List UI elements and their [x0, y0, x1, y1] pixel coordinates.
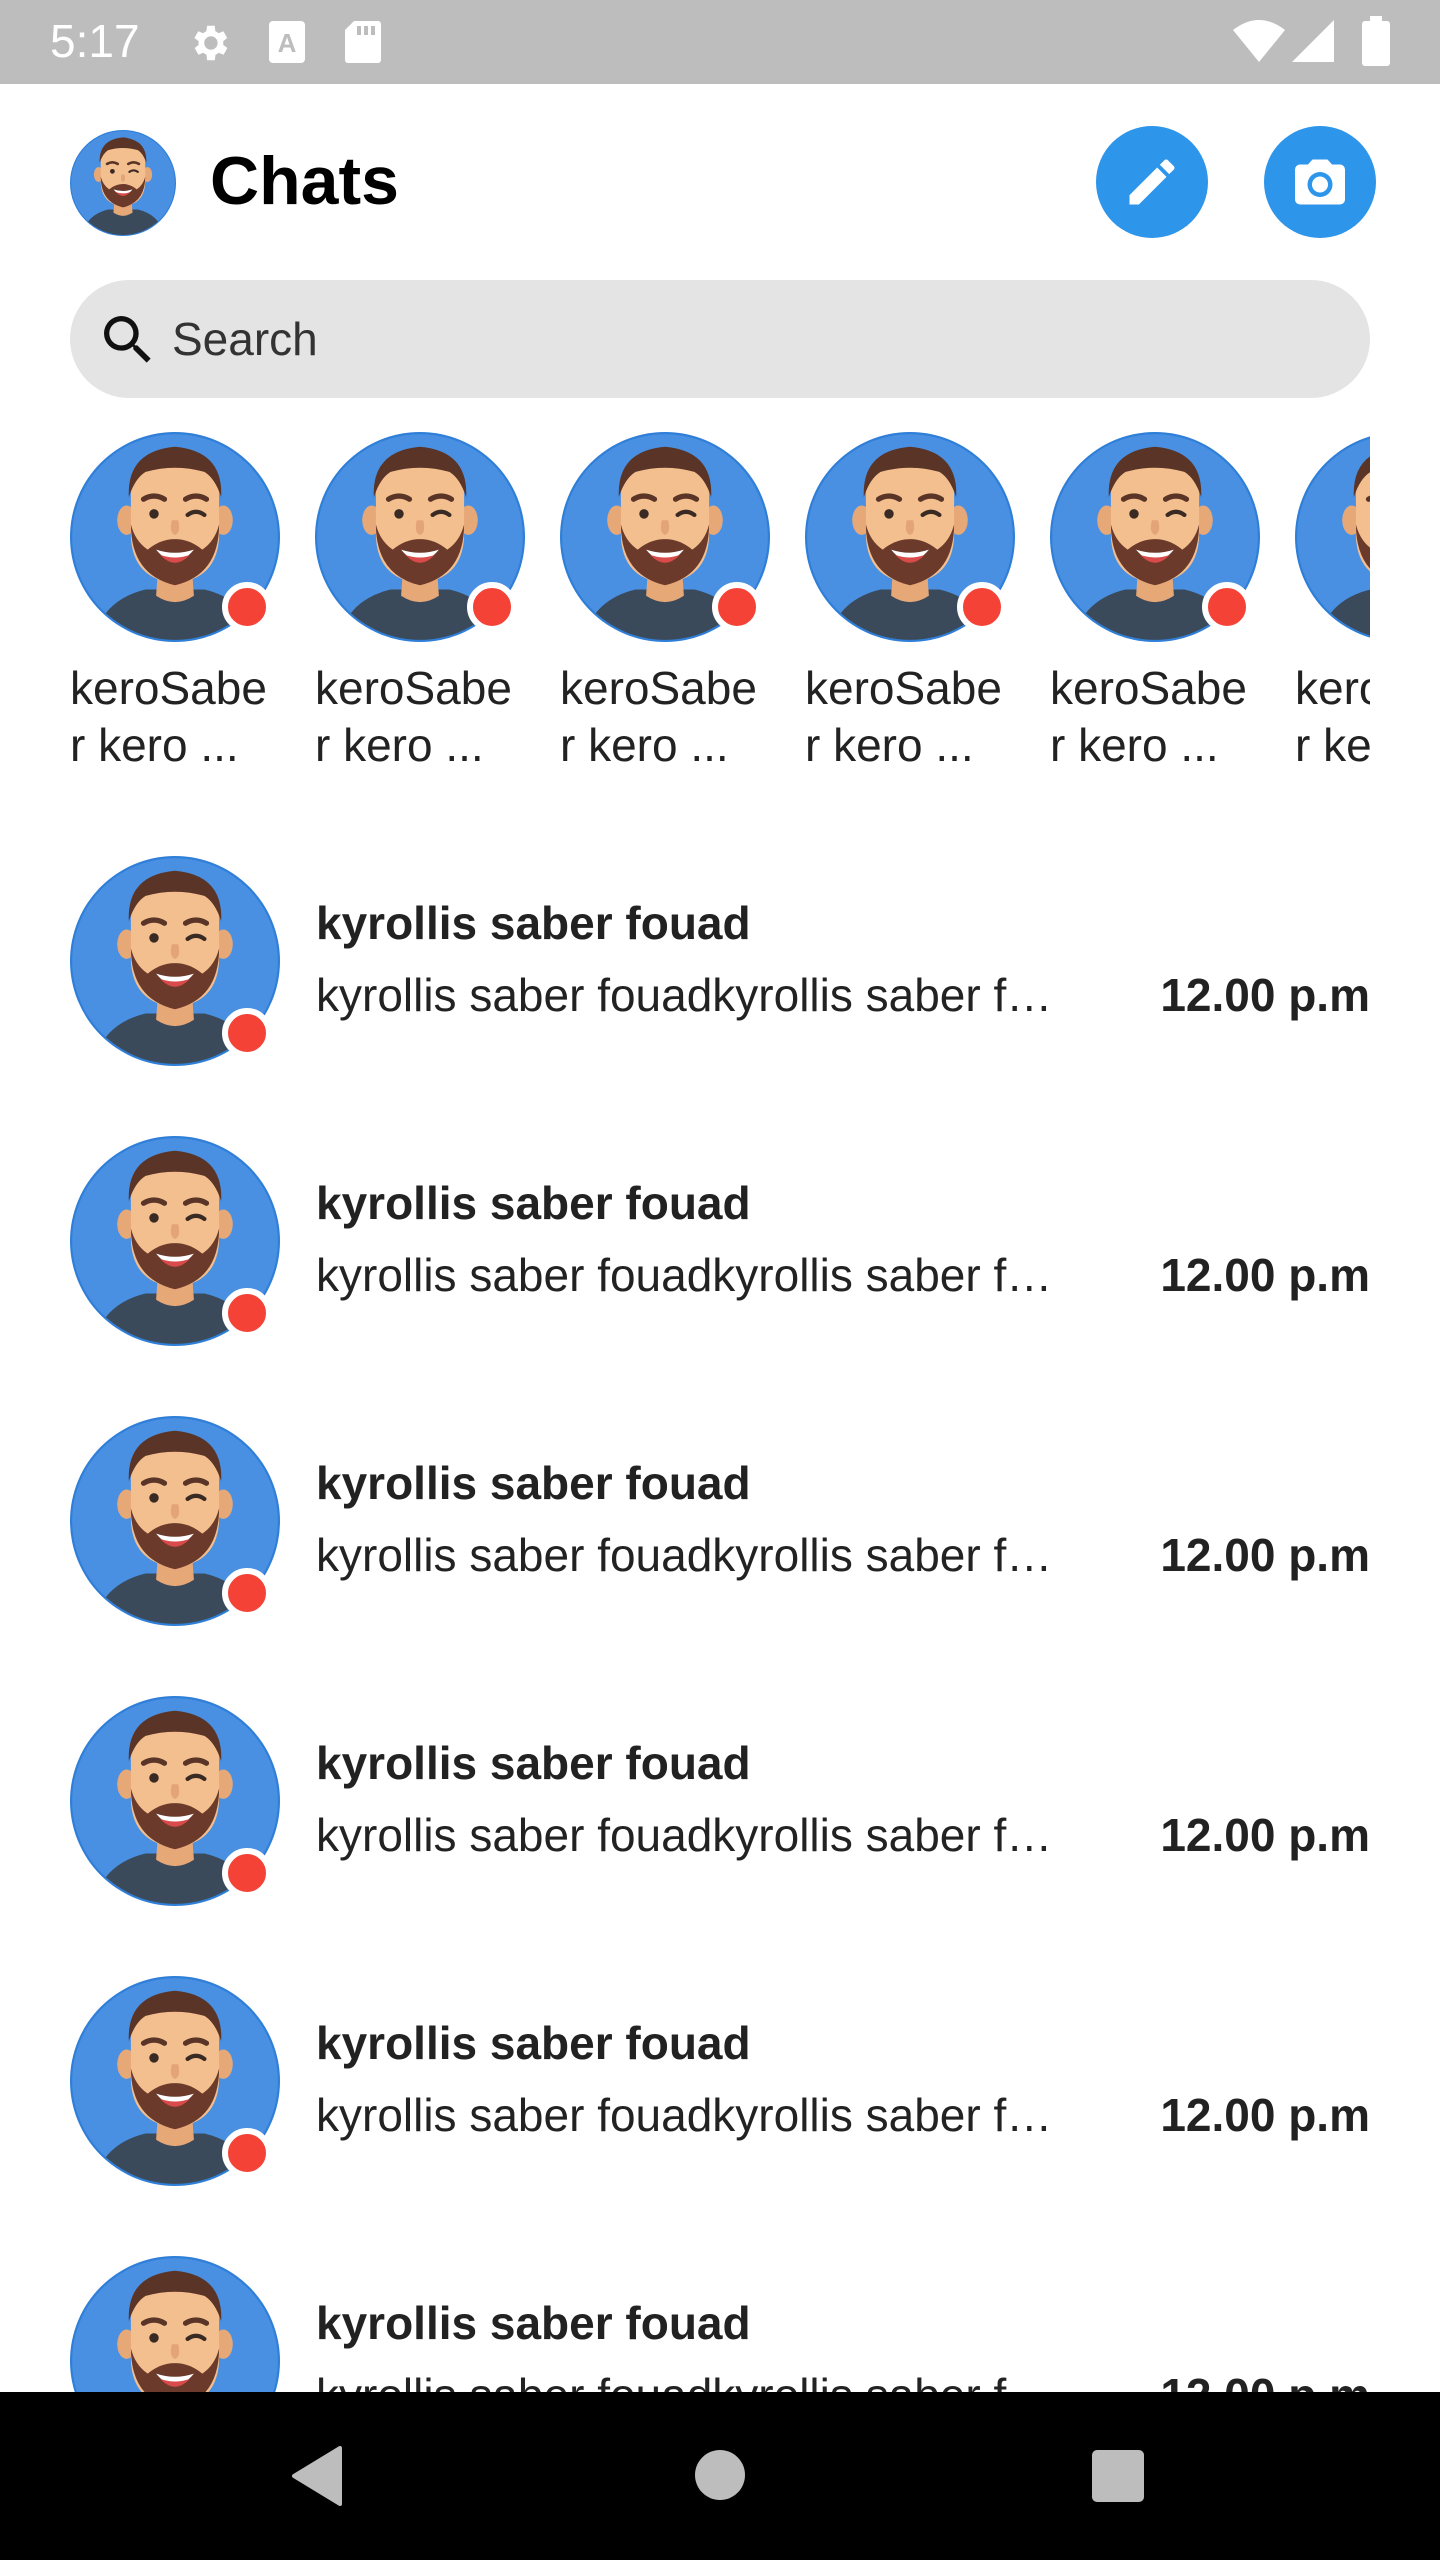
chat-name: kyrollis saber fouad [316, 1177, 751, 1229]
story-name: keroSaber kero ... [315, 662, 512, 771]
online-indicator [467, 582, 517, 632]
home-icon[interactable] [695, 2450, 745, 2500]
profile-avatar[interactable] [70, 130, 176, 236]
online-indicator [712, 582, 762, 632]
chat-row[interactable]: kyrollis saber fouad kyrollis saber foua… [0, 1680, 1440, 1960]
chat-preview: kyrollis saber fouadkyrollis saber fouad [316, 1529, 1076, 1581]
svg-text:A: A [278, 28, 297, 58]
chat-time: 12.00 p.m [1160, 2089, 1370, 2141]
chat-name: kyrollis saber fouad [316, 1457, 751, 1509]
online-indicator [222, 1568, 272, 1618]
chat-time: 12.00 p.m [1160, 1809, 1370, 1861]
battery-icon [1362, 16, 1390, 66]
search-icon [104, 316, 151, 363]
header: Chats [0, 84, 1440, 284]
story-name: keroSaber kero ... [805, 662, 1002, 771]
chat-time: 12.00 p.m [1160, 969, 1370, 1021]
story-name: keroSaber kero ... [560, 662, 757, 771]
camera-icon [1295, 159, 1345, 205]
page-title: Chats [210, 143, 399, 219]
story-name: keroSaber kero ... [70, 662, 267, 771]
chat-preview: kyrollis saber fouadkyrollis saber fouad [316, 969, 1076, 1021]
a-icon: A [269, 21, 305, 63]
story-name: keroSaber kero ... [1295, 662, 1370, 771]
camera-button[interactable] [1264, 126, 1376, 238]
stories-row[interactable]: keroSaber kero ... keroSaber kero ... ke… [70, 430, 1370, 790]
search-input[interactable] [172, 306, 1322, 372]
navigation-bar [0, 2392, 1440, 2560]
chat-time: 12.00 p.m [1160, 1249, 1370, 1301]
online-indicator [957, 582, 1007, 632]
online-indicator [222, 1288, 272, 1338]
signal-icon [1292, 20, 1334, 62]
chat-name: kyrollis saber fouad [316, 2017, 751, 2069]
chat-row[interactable]: kyrollis saber fouad kyrollis saber foua… [0, 1960, 1440, 2240]
gear-icon [194, 25, 228, 61]
chat-preview: kyrollis saber fouadkyrollis saber fouad [316, 1809, 1076, 1861]
sd-card-icon [345, 21, 381, 63]
chat-preview: kyrollis saber fouadkyrollis saber fouad [316, 2089, 1076, 2141]
chat-time: 12.00 p.m [1160, 1529, 1370, 1581]
back-icon[interactable] [290, 2446, 342, 2506]
chat-name: kyrollis saber fouad [316, 2297, 751, 2349]
compose-button[interactable] [1096, 126, 1208, 238]
online-indicator [222, 582, 272, 632]
recents-icon[interactable] [1092, 2450, 1144, 2502]
online-indicator [222, 1848, 272, 1898]
wifi-icon [1233, 20, 1285, 62]
chat-preview: kyrollis saber fouadkyrollis saber fouad [316, 1249, 1076, 1301]
avatar [1295, 432, 1370, 642]
search-bar[interactable] [70, 280, 1370, 398]
chat-row[interactable]: kyrollis saber fouad kyrollis saber foua… [0, 1400, 1440, 1680]
chat-name: kyrollis saber fouad [316, 1737, 751, 1789]
chat-row[interactable]: kyrollis saber fouad kyrollis saber foua… [0, 840, 1440, 1120]
chat-preview: kyrollis saber fouadkyrollis saber fouad [316, 2368, 1076, 2392]
chat-row[interactable]: kyrollis saber fouad kyrollis saber foua… [0, 1120, 1440, 1400]
chat-row[interactable]: kyrollis saber fouad kyrollis saber foua… [0, 2240, 1440, 2392]
online-indicator [222, 2128, 272, 2178]
online-indicator [222, 1008, 272, 1058]
online-indicator [1202, 582, 1252, 632]
chat-name: kyrollis saber fouad [316, 897, 751, 949]
status-bar: 5:17 A [0, 0, 1440, 84]
chat-list[interactable]: kyrollis saber fouad kyrollis saber foua… [0, 840, 1440, 2392]
avatar [70, 2256, 280, 2392]
chat-time: 12.00 p.m [1160, 2368, 1370, 2392]
status-time: 5:17 [50, 15, 140, 67]
story-name: keroSaber kero ... [1050, 662, 1247, 771]
pencil-icon [1129, 159, 1175, 205]
